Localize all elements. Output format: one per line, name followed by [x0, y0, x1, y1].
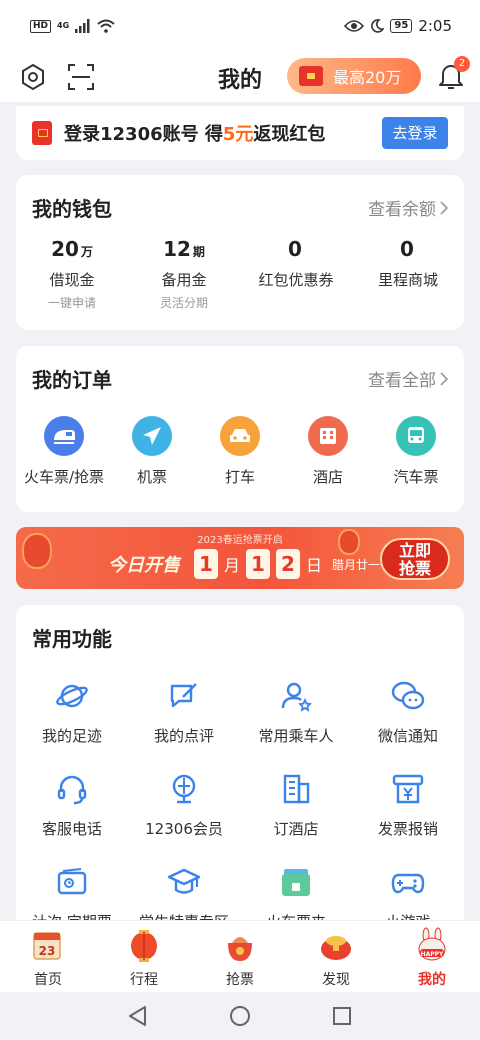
chevron-right-icon — [440, 200, 448, 215]
order-train[interactable]: 火车票/抢票 — [20, 416, 108, 487]
login-banner[interactable]: 登录12306账号 得5元返现红包 去登录 — [16, 106, 464, 160]
bus-icon — [396, 416, 436, 456]
building-icon — [283, 774, 310, 804]
loan-promo-button[interactable]: 最高20万 — [287, 58, 421, 94]
tool-my-reviews[interactable]: 我的点评 — [128, 679, 240, 746]
battery-icon: 95 — [390, 19, 413, 33]
wallet-item-reserve-fund[interactable]: 12 期 备用金 灵活分期 — [128, 237, 240, 310]
hotel-icon — [308, 416, 348, 456]
wallet-items: 20 万 借现金 一键申请 12 期 备用金 灵活分期 0 红包优惠券 0 里程商城 — [16, 237, 464, 310]
wallet-item-loan[interactable]: 20 万 借现金 一键申请 — [16, 237, 128, 310]
month-digit: 1 — [194, 549, 218, 579]
spring-festival-banner[interactable]: 2023春运抢票开启 今日开售 1 月 1 2 日 腊月廿一 立即 抢票 — [16, 527, 464, 589]
car-icon — [220, 416, 260, 456]
orders-card: 我的订单 查看全部 火车票/抢票 机票 打车 酒店 汽车票 — [16, 346, 464, 512]
order-types: 火车票/抢票 机票 打车 酒店 汽车票 — [16, 416, 464, 487]
common-functions-card: 常用功能 我的足迹 我的点评 常用乘车人 微信通知 客服电话 12306会员 订… — [16, 605, 464, 931]
wechat-icon — [391, 681, 425, 710]
red-packet-icon — [32, 121, 52, 145]
happy-badge: HAPPY — [421, 951, 444, 958]
tab-trips[interactable]: 行程 — [96, 921, 192, 992]
moon-icon — [371, 19, 385, 33]
login-button[interactable]: 去登录 — [382, 117, 448, 149]
order-hotel[interactable]: 酒店 — [284, 416, 372, 487]
promo-label: 最高20万 — [333, 68, 402, 87]
tab-home[interactable]: 23 首页 — [0, 921, 96, 992]
ticket-folder-icon — [282, 869, 310, 896]
bottom-tab-bar: 23 首页 行程 抢票 发现 HAPPY 我的 — [0, 920, 480, 992]
status-left: HD 4G — [30, 19, 115, 33]
ticket-icon — [57, 868, 87, 895]
order-bus[interactable]: 汽车票 — [372, 416, 460, 487]
notification-button[interactable]: 2 — [436, 56, 470, 92]
tool-12306-member[interactable]: 12306会员 — [128, 772, 240, 839]
tool-book-hotel[interactable]: 订酒店 — [240, 772, 352, 839]
wifi-icon — [97, 19, 115, 33]
calendar-icon: 23 — [33, 932, 61, 960]
tools-grid: 我的足迹 我的点评 常用乘车人 微信通知 客服电话 12306会员 订酒店 发票… — [16, 679, 464, 932]
banner-date-row: 今日开售 1 月 1 2 日 腊月廿一 — [108, 549, 380, 579]
status-right: 95 2:05 — [344, 17, 452, 35]
lantern-icon — [131, 930, 157, 962]
tab-mine[interactable]: HAPPY 我的 — [384, 921, 480, 992]
home-nav-icon[interactable] — [229, 1005, 251, 1027]
tool-invoice[interactable]: 发票报销 — [352, 772, 464, 839]
lunar-date: 腊月廿一 — [332, 557, 381, 572]
wallet-item-mileage-mall[interactable]: 0 里程商城 — [352, 237, 464, 308]
back-nav-icon[interactable] — [127, 1005, 149, 1027]
comment-icon — [170, 683, 197, 708]
system-nav-bar — [0, 992, 480, 1040]
orders-title: 我的订单 — [32, 368, 112, 392]
invoice-icon — [392, 774, 424, 804]
tab-discover[interactable]: 发现 — [288, 921, 384, 992]
rabbit-icon: HAPPY — [418, 927, 446, 961]
status-bar: HD 4G 95 2:05 — [0, 0, 480, 52]
tool-wechat-notify[interactable]: 微信通知 — [352, 679, 464, 746]
red-envelope-icon — [299, 66, 323, 86]
train-icon — [44, 416, 84, 456]
tools-title: 常用功能 — [32, 627, 112, 651]
view-balance-link[interactable]: 查看余额 — [368, 195, 448, 220]
graduation-icon — [167, 868, 201, 894]
bag-icon — [228, 937, 252, 961]
clock: 2:05 — [418, 17, 452, 35]
order-taxi[interactable]: 打车 — [196, 416, 284, 487]
wallet-item-coupons[interactable]: 0 红包优惠券 — [240, 237, 352, 308]
settings-hex-icon[interactable] — [18, 62, 48, 92]
headset-icon — [57, 775, 87, 805]
svg-text:23: 23 — [39, 944, 56, 958]
wallet-card: 我的钱包 查看余额 20 万 借现金 一键申请 12 期 备用金 灵活分期 0 红包… — [16, 175, 464, 330]
treasure-icon — [321, 936, 351, 960]
tab-grab-ticket[interactable]: 抢票 — [192, 921, 288, 992]
passenger-icon — [281, 682, 312, 712]
notification-badge: 2 — [454, 56, 470, 72]
tool-frequent-passengers[interactable]: 常用乘车人 — [240, 679, 352, 746]
hd-icon: HD — [30, 19, 52, 33]
recents-nav-icon[interactable] — [331, 1005, 353, 1027]
order-flight[interactable]: 机票 — [108, 416, 196, 487]
member-icon — [172, 774, 196, 804]
grab-ticket-button[interactable]: 立即 抢票 — [380, 538, 450, 580]
tool-customer-service[interactable]: 客服电话 — [16, 772, 128, 839]
login-promo-text: 登录12306账号 得5元返现红包 — [64, 124, 326, 145]
top-header: 我的 最高20万 2 — [0, 52, 480, 102]
plane-icon — [132, 416, 172, 456]
chevron-right-icon — [440, 371, 448, 386]
wallet-title: 我的钱包 — [32, 197, 112, 221]
scan-icon[interactable] — [66, 62, 96, 92]
eye-icon — [344, 20, 365, 32]
signal-icon — [75, 19, 90, 33]
tool-my-footprint[interactable]: 我的足迹 — [16, 679, 128, 746]
day-digit: 1 — [246, 549, 271, 579]
view-all-orders-link[interactable]: 查看全部 — [368, 366, 448, 391]
network-type: 4G — [57, 21, 70, 30]
today-sale-text: 今日开售 — [108, 555, 180, 576]
planet-icon — [56, 684, 88, 708]
gamepad-icon — [391, 873, 425, 894]
day-digit: 2 — [276, 549, 301, 579]
